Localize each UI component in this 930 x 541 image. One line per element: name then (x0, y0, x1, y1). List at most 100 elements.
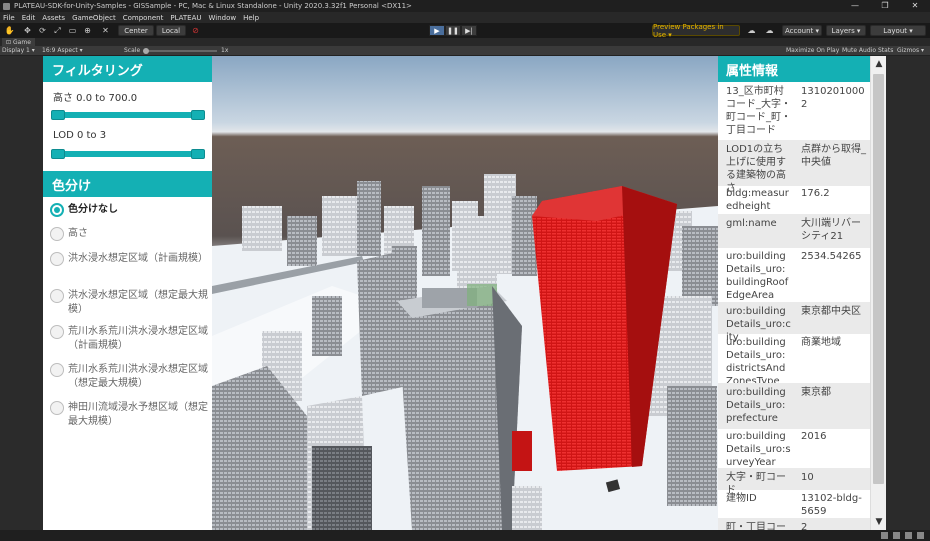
aspect-dropdown[interactable]: 16:9 Aspect ▾ (42, 47, 83, 54)
attribute-value: 10 (801, 472, 814, 483)
maximize-on-play-toggle[interactable]: Maximize On Play (786, 47, 839, 54)
game-tab-bar: ⊡ Game (0, 38, 930, 46)
coloring-option-height[interactable]: 高さ (50, 227, 210, 241)
scale-value: 1x (221, 47, 229, 54)
coloring-option-label: 洪水浸水想定区域（想定最大規模） (68, 290, 208, 315)
menu-help[interactable]: Help (243, 14, 259, 22)
custom-tool-icon[interactable]: ✕ (100, 25, 111, 36)
attribute-key: 大字・町コード (726, 472, 786, 496)
account-dropdown[interactable]: Account ▾ (782, 25, 822, 36)
city-3d-viewport[interactable] (212, 56, 718, 530)
attribute-value: 東京都中央区 (801, 306, 861, 317)
attribute-key: bldg:measuredheight (726, 188, 789, 212)
hand-tool-icon[interactable]: ✋ (4, 25, 15, 36)
menu-component[interactable]: Component (123, 14, 164, 22)
status-icons (881, 532, 924, 539)
radio-icon (50, 401, 64, 415)
scroll-down-icon[interactable]: ▼ (871, 514, 887, 530)
scale-slider-handle[interactable] (143, 48, 149, 54)
scroll-up-icon[interactable]: ▲ (871, 56, 887, 72)
coloring-option-label: 荒川水系荒川洪水浸水想定区域（想定最大規模） (68, 364, 208, 389)
menu-gameobject[interactable]: GameObject (72, 14, 116, 22)
coloring-option-arakawa-max[interactable]: 荒川水系荒川洪水浸水想定区域（想定最大規模） (50, 363, 210, 391)
radio-icon (50, 325, 64, 339)
menu-plateau[interactable]: PLATEAU (170, 14, 201, 22)
attribute-value: 13102010002 (801, 86, 865, 110)
attribute-key: LOD1の立ち上げに使用する建築物の高さ (726, 144, 786, 194)
transform-tool-icon[interactable]: ⊕ (82, 25, 93, 36)
game-view-bar: Display 1 ▾ 16:9 Aspect ▾ Scale 1x Maxim… (0, 46, 930, 56)
lod-range-slider[interactable] (51, 149, 205, 159)
step-button[interactable]: ▶| (461, 25, 477, 36)
coloring-option-kandagawa[interactable]: 神田川流域浸水予想区域（想定最大規模） (50, 401, 210, 429)
rotate-tool-icon[interactable]: ⟳ (37, 25, 48, 36)
status-bar (0, 530, 930, 541)
close-button[interactable]: ✕ (900, 0, 930, 12)
tab-game[interactable]: ⊡ Game (2, 38, 35, 46)
attribute-key: uro:buildingDetails_uro:surveyYear (726, 431, 791, 468)
debug-icon[interactable] (905, 532, 912, 539)
scale-tool-icon[interactable]: ⤢ (52, 25, 63, 36)
coloring-option-label: 洪水浸水想定区域（計画規模） (68, 253, 208, 264)
collab-icon[interactable]: ☁ (746, 25, 757, 36)
move-tool-icon[interactable]: ✥ (22, 25, 33, 36)
pause-button[interactable]: ❚❚ (445, 25, 461, 36)
filter-header: フィルタリング (43, 56, 212, 82)
main-toolbar: ✋ ✥ ⟳ ⤢ ▭ ⊕ ✕ Center Local ⊘ ▶ ❚❚ ▶| Pre… (0, 23, 930, 39)
progress-icon[interactable] (881, 532, 888, 539)
scale-slider-track[interactable] (147, 50, 217, 52)
attribute-row: LOD1の立ち上げに使用する建築物の高さ 点群から取得_中央値 (718, 140, 870, 194)
preview-packages-button[interactable]: Preview Packages in Use ▾ (652, 23, 740, 39)
notification-icon[interactable] (917, 532, 924, 539)
stats-toggle[interactable]: Stats (878, 47, 893, 54)
snap-icon[interactable]: ⊘ (190, 25, 201, 36)
cache-icon[interactable] (893, 532, 900, 539)
attribute-row: 町・丁目コード 2 (718, 518, 870, 530)
filter-panel: フィルタリング 高さ 0.0 to 700.0 LOD 0 to 3 色分け 色… (43, 56, 212, 530)
menu-edit[interactable]: Edit (22, 14, 36, 22)
pivot-local-button[interactable]: Local (156, 25, 186, 36)
coloring-option-arakawa-planned[interactable]: 荒川水系荒川洪水浸水想定区域（計画規模） (50, 325, 210, 353)
menu-file[interactable]: File (3, 14, 15, 22)
gizmos-dropdown[interactable]: Gizmos ▾ (897, 47, 924, 54)
attributes-scrollbar[interactable]: ▲ ▼ (870, 56, 886, 530)
coloring-option-flood-max[interactable]: 洪水浸水想定区域（想定最大規模） (50, 289, 210, 317)
pivot-center-button[interactable]: Center (118, 25, 154, 36)
attribute-key: gml:name (726, 218, 777, 229)
tab-game-label: Game (13, 38, 31, 46)
attributes-header: 属性情報 (718, 56, 870, 82)
coloring-option-label: 神田川流域浸水予想区域（想定最大規模） (68, 402, 208, 427)
height-range-label: 高さ 0.0 to 700.0 (53, 93, 138, 104)
coloring-option-flood-planned[interactable]: 洪水浸水想定区域（計画規模） (50, 252, 210, 266)
height-min-handle[interactable] (51, 110, 65, 120)
cloud-icon[interactable]: ☁ (764, 25, 775, 36)
menu-window[interactable]: Window (208, 14, 236, 22)
attribute-row: uro:buildingDetails_uro:city 東京都中央区 (718, 302, 870, 343)
layers-label: Layers ▾ (831, 26, 861, 35)
display-dropdown[interactable]: Display 1 ▾ (2, 47, 35, 54)
rect-tool-icon[interactable]: ▭ (67, 25, 78, 36)
height-range-slider[interactable] (51, 110, 205, 120)
scale-label: Scale (124, 47, 141, 54)
layout-dropdown[interactable]: Layout ▾ (870, 25, 926, 36)
height-max-handle[interactable] (191, 110, 205, 120)
coloring-option-none[interactable]: 色分けなし (50, 203, 210, 217)
mute-audio-toggle[interactable]: Mute Audio (842, 47, 876, 54)
attribute-key: uro:buildingDetails_uro:prefecture (726, 387, 786, 424)
attribute-value: 13102-bldg-5659 (801, 493, 862, 517)
coloring-option-label: 荒川水系荒川洪水浸水想定区域（計画規模） (68, 326, 208, 351)
radio-icon (50, 252, 64, 266)
lod-min-handle[interactable] (51, 149, 65, 159)
layers-dropdown[interactable]: Layers ▾ (826, 25, 866, 36)
maximize-button[interactable]: ❐ (870, 0, 900, 12)
scroll-thumb[interactable] (873, 74, 884, 484)
minimize-button[interactable]: — (840, 0, 870, 12)
attribute-row: 大字・町コード 10 (718, 468, 870, 496)
menu-assets[interactable]: Assets (42, 14, 65, 22)
pivot-local-label: Local (161, 26, 181, 35)
play-button[interactable]: ▶ (429, 25, 445, 36)
lod-max-handle[interactable] (191, 149, 205, 159)
attributes-panel[interactable]: 属性情報 13_区市町村コード_大字・町コード_町・丁目コード 13102010… (718, 56, 870, 530)
unity-logo-icon (3, 2, 10, 10)
attribute-value: 東京都 (801, 387, 831, 398)
